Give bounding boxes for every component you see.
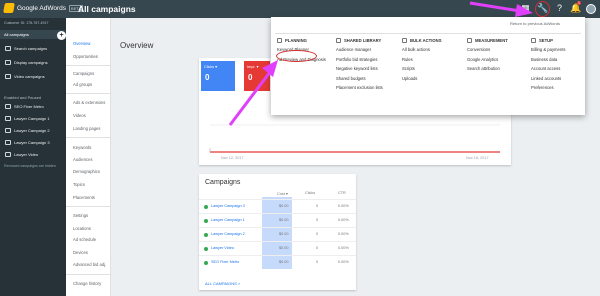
annotation-arrows <box>228 1 533 126</box>
arrow-to-keyword-planner-head <box>262 60 278 77</box>
arrow-to-keyword-planner-shaft <box>228 71 272 126</box>
arrow-to-tools-shaft <box>469 1 521 13</box>
arrow-to-tools-head <box>515 4 533 17</box>
